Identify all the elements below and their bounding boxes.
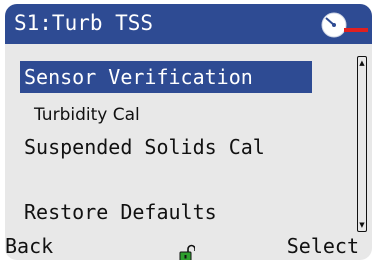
device-frame: S1:Turb TSS Sensor Verification Turbidit… <box>0 0 377 266</box>
menu-item-turbidity-cal[interactable]: Turbidity Cal <box>34 99 140 131</box>
screen-title: S1:Turb TSS <box>14 11 154 35</box>
back-softkey[interactable]: Back <box>5 232 53 260</box>
display-screen: S1:Turb TSS Sensor Verification Turbidit… <box>5 4 372 260</box>
menu-scrollbar[interactable]: ▲ ▼ <box>357 56 367 232</box>
unlocked-padlock-icon <box>179 244 195 260</box>
menu-list: Sensor Verification Turbidity Cal Suspen… <box>5 44 372 230</box>
select-softkey[interactable]: Select <box>287 232 359 260</box>
scroll-up-arrow-icon[interactable]: ▲ <box>358 58 366 68</box>
scroll-down-arrow-icon[interactable]: ▼ <box>358 220 366 230</box>
menu-item-suspended-solids-cal[interactable]: Suspended Solids Cal <box>24 131 265 163</box>
title-bar: S1:Turb TSS <box>5 4 372 44</box>
menu-item-restore-defaults[interactable]: Restore Defaults <box>24 196 217 228</box>
gauge-icon <box>321 12 368 38</box>
menu-item-sensor-verification[interactable]: Sensor Verification <box>20 61 312 93</box>
